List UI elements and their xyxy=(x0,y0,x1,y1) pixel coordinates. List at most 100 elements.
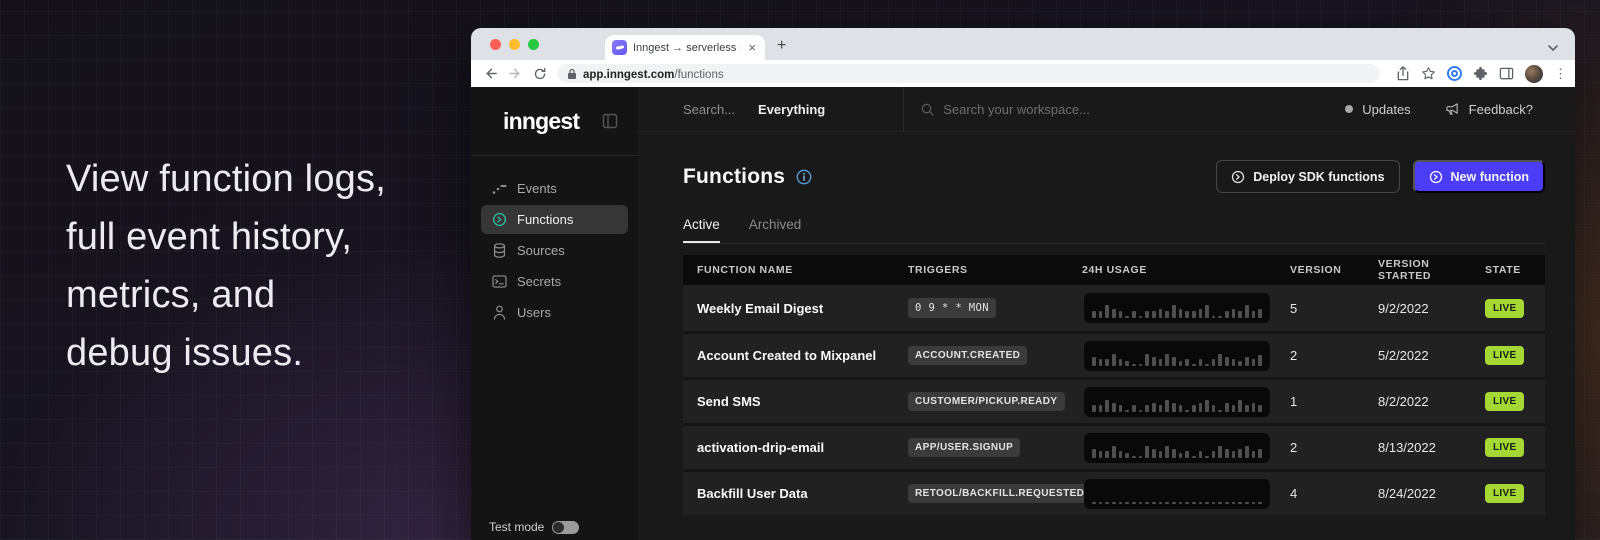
table-row[interactable]: Send SMS CUSTOMER/PICKUP.READY 1 8/2/202… xyxy=(683,377,1545,423)
maximize-window-button[interactable] xyxy=(528,39,539,50)
reload-icon[interactable] xyxy=(533,67,547,81)
updates-dot-icon xyxy=(1345,105,1353,113)
version-started-value: 8/13/2022 xyxy=(1378,440,1436,455)
events-icon xyxy=(492,183,507,195)
megaphone-icon xyxy=(1445,102,1460,116)
tab-archived[interactable]: Archived xyxy=(749,217,802,243)
state-badge: LIVE xyxy=(1485,484,1524,503)
profile-avatar[interactable] xyxy=(1525,65,1543,83)
state-badge: LIVE xyxy=(1485,392,1524,411)
function-name[interactable]: Weekly Email Digest xyxy=(697,301,823,316)
minimize-window-button[interactable] xyxy=(509,39,520,50)
search-scope-everything[interactable]: Everything xyxy=(758,102,825,117)
function-name[interactable]: Send SMS xyxy=(697,394,761,409)
state-badge: LIVE xyxy=(1485,438,1524,457)
hero-line: debug issues. xyxy=(66,324,496,382)
table-row[interactable]: Account Created to Mixpanel ACCOUNT.CREA… xyxy=(683,331,1545,377)
tab-title: Inngest → serverless event-dri xyxy=(633,42,740,54)
tab-close-icon[interactable]: × xyxy=(746,41,758,54)
version-value: 5 xyxy=(1290,301,1297,316)
collapse-sidebar-icon[interactable] xyxy=(602,113,618,129)
search-label[interactable]: Search... xyxy=(683,102,735,117)
main-area: Search... Everything Search your workspa… xyxy=(638,87,1575,540)
sidebar-item-secrets[interactable]: Secrets xyxy=(481,267,628,296)
side-panel-icon[interactable] xyxy=(1499,66,1514,81)
sidebar-item-events[interactable]: Events xyxy=(481,174,628,203)
column-header: TRIGGERS xyxy=(908,264,1082,276)
sidebar-item-label: Events xyxy=(517,181,557,196)
table-row[interactable]: activation-drip-email APP/USER.SIGNUP 2 … xyxy=(683,423,1545,469)
version-value: 2 xyxy=(1290,348,1297,363)
sidebar: inngest Events Functions xyxy=(471,87,638,540)
browser-toolbar: app.inngest.com/functions ⋮ xyxy=(471,60,1575,87)
table-body: Weekly Email Digest 0 9 * * MON 5 9/2/20… xyxy=(683,285,1545,515)
deploy-sdk-functions-button[interactable]: Deploy SDK functions xyxy=(1216,160,1399,193)
topbar-divider xyxy=(903,87,904,132)
column-header: VERSION xyxy=(1290,264,1378,276)
url-bar[interactable]: app.inngest.com/functions xyxy=(557,64,1380,83)
version-value: 1 xyxy=(1290,394,1297,409)
usage-sparkline-chart xyxy=(1084,433,1270,463)
browser-window: Inngest → serverless event-dri × + app.i… xyxy=(471,28,1575,540)
sidebar-nav: Events Functions Sources xyxy=(471,156,638,520)
new-function-button[interactable]: New function xyxy=(1413,160,1545,193)
functions-table: FUNCTION NAME TRIGGERS 24H USAGE VERSION… xyxy=(683,255,1545,515)
sidebar-item-functions[interactable]: Functions xyxy=(481,205,628,234)
inngest-logo: inngest xyxy=(503,108,602,135)
workspace-search-input[interactable]: Search your workspace... xyxy=(921,102,1090,117)
lock-icon xyxy=(567,68,577,80)
function-name[interactable]: activation-drip-email xyxy=(697,440,824,455)
test-mode-toggle[interactable] xyxy=(552,521,579,534)
column-header: FUNCTION NAME xyxy=(683,264,908,276)
version-started-value: 8/2/2022 xyxy=(1378,394,1429,409)
function-name[interactable]: Account Created to Mixpanel xyxy=(697,348,876,363)
column-header: VERSION STARTED xyxy=(1378,258,1485,282)
function-name[interactable]: Backfill User Data xyxy=(697,486,808,501)
extensions-puzzle-icon[interactable] xyxy=(1473,66,1488,81)
forward-icon[interactable] xyxy=(508,66,523,81)
browser-tabstrip: Inngest → serverless event-dri × + xyxy=(471,28,1575,60)
search-icon xyxy=(921,103,934,116)
back-icon[interactable] xyxy=(483,66,498,81)
function-circle-icon xyxy=(1231,170,1245,184)
table-row[interactable]: Weekly Email Digest 0 9 * * MON 5 9/2/20… xyxy=(683,285,1545,331)
test-mode-label: Test mode xyxy=(489,520,544,534)
table-header-row: FUNCTION NAME TRIGGERS 24H USAGE VERSION… xyxy=(683,255,1545,285)
tab-search-chevron-icon[interactable] xyxy=(1547,44,1559,52)
hero-line: full event history, xyxy=(66,208,496,266)
toolbar-icons: ⋮ xyxy=(1390,65,1567,83)
close-window-button[interactable] xyxy=(490,39,501,50)
info-icon[interactable] xyxy=(796,169,812,185)
onepassword-extension-icon[interactable] xyxy=(1447,66,1462,81)
updates-button[interactable]: Updates xyxy=(1345,102,1410,117)
table-row[interactable]: Backfill User Data RETOOL/BACKFILL.REQUE… xyxy=(683,469,1545,515)
inngest-favicon-icon xyxy=(612,40,627,55)
trigger-badge: ACCOUNT.CREATED xyxy=(908,346,1027,365)
column-header: 24H USAGE xyxy=(1082,264,1290,276)
version-value: 4 xyxy=(1290,486,1297,501)
sources-database-icon xyxy=(492,243,507,258)
deploy-sdk-functions-label: Deploy SDK functions xyxy=(1253,170,1384,184)
tab-active[interactable]: Active xyxy=(683,217,720,243)
browser-tab[interactable]: Inngest → serverless event-dri × xyxy=(605,35,765,60)
state-badge: LIVE xyxy=(1485,346,1524,365)
sidebar-item-label: Users xyxy=(517,305,551,320)
url-path: /functions xyxy=(674,69,723,81)
inngest-app: inngest Events Functions xyxy=(471,87,1575,540)
version-started-value: 8/24/2022 xyxy=(1378,486,1436,501)
sidebar-item-users[interactable]: Users xyxy=(481,298,628,327)
workspace-search-placeholder: Search your workspace... xyxy=(943,102,1090,117)
secrets-terminal-icon xyxy=(492,275,507,288)
function-circle-icon xyxy=(1429,170,1443,184)
share-icon[interactable] xyxy=(1396,66,1410,81)
usage-sparkline-chart xyxy=(1084,293,1270,323)
new-tab-button[interactable]: + xyxy=(777,37,786,55)
trigger-badge: CUSTOMER/PICKUP.READY xyxy=(908,392,1065,411)
browser-menu-icon[interactable]: ⋮ xyxy=(1554,66,1567,82)
new-function-label: New function xyxy=(1451,170,1529,184)
bookmark-star-icon[interactable] xyxy=(1421,66,1436,81)
feedback-button[interactable]: Feedback? xyxy=(1445,102,1533,117)
trigger-badge: APP/USER.SIGNUP xyxy=(908,438,1020,457)
feedback-label: Feedback? xyxy=(1469,102,1533,117)
sidebar-item-sources[interactable]: Sources xyxy=(481,236,628,265)
